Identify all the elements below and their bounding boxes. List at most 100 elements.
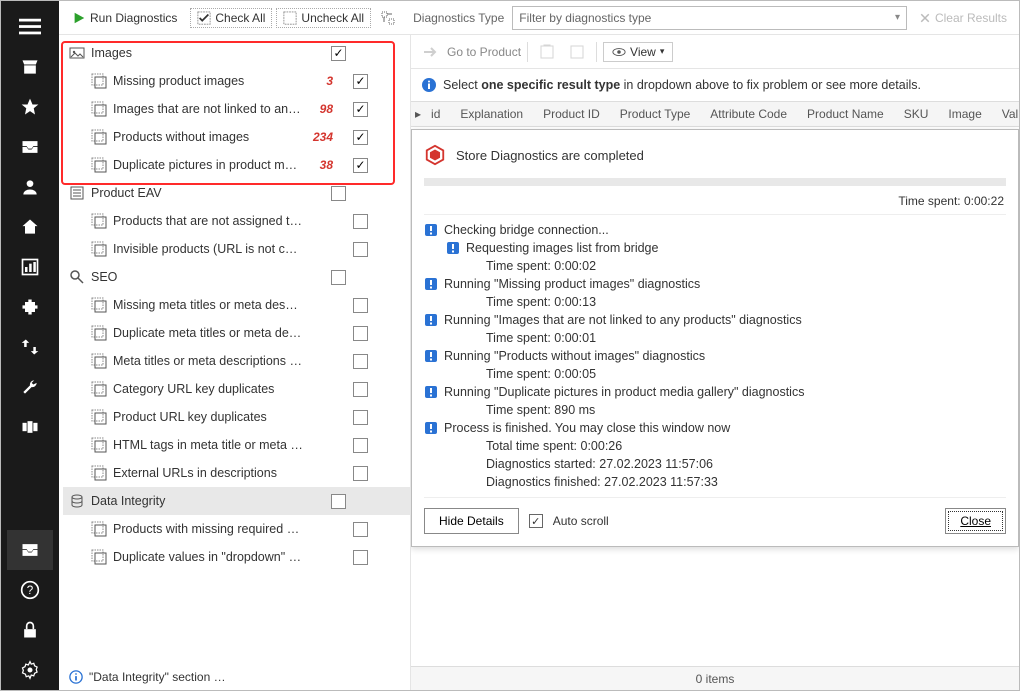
tree-item-label: Images that are not linked to an…	[113, 102, 303, 116]
tree-checkbox[interactable]	[353, 550, 368, 565]
tree-group[interactable]: SEO	[63, 263, 410, 291]
check-all-button[interactable]: Check All	[190, 8, 272, 28]
sidebar-item-diagnostics[interactable]	[7, 530, 53, 570]
sidebar-item-columns[interactable]	[7, 407, 53, 447]
tree-checkbox[interactable]	[353, 130, 368, 145]
sidebar-item-store[interactable]	[7, 47, 53, 87]
tree-item-count: 38	[303, 158, 333, 172]
table-column-header[interactable]: Image	[938, 107, 991, 121]
tree-item[interactable]: Missing product images3	[63, 67, 410, 95]
fix-button-2[interactable]	[564, 39, 590, 65]
tree-checkbox[interactable]	[331, 270, 346, 285]
tree-checkbox[interactable]	[353, 438, 368, 453]
go-to-product-button[interactable]	[417, 39, 443, 65]
clear-results-label: Clear Results	[935, 11, 1007, 25]
sidebar-item-inbox[interactable]	[7, 127, 53, 167]
tree-checkbox[interactable]	[353, 382, 368, 397]
item-icon	[91, 241, 107, 257]
tree-checkbox[interactable]	[353, 214, 368, 229]
tree-item[interactable]: Products that are not assigned t…	[63, 207, 410, 235]
tree-item[interactable]: Meta titles or meta descriptions l…	[63, 347, 410, 375]
item-icon	[91, 465, 107, 481]
tree-checkbox[interactable]	[331, 494, 346, 509]
tree-checkbox[interactable]	[353, 354, 368, 369]
hide-details-button[interactable]: Hide Details	[424, 508, 519, 534]
tree-checkbox[interactable]	[353, 410, 368, 425]
check-all-label: Check All	[215, 11, 265, 25]
item-icon	[91, 521, 107, 537]
tree-item[interactable]: Products with missing required at…	[63, 515, 410, 543]
tree-item-label: Products that are not assigned t…	[113, 214, 303, 228]
tree-checkbox[interactable]	[353, 158, 368, 173]
tree-item[interactable]: Duplicate values in "dropdown" a…	[63, 543, 410, 571]
item-icon	[91, 549, 107, 565]
menu-icon[interactable]	[7, 7, 53, 47]
tree-item[interactable]: Duplicate pictures in product med…38	[63, 151, 410, 179]
tree-item[interactable]: Invisible products (URL is not cor…	[63, 235, 410, 263]
tree-item[interactable]: Duplicate meta titles or meta des…	[63, 319, 410, 347]
log-row: Diagnostics started: 27.02.2023 11:57:06	[424, 455, 1006, 473]
group-icon	[69, 493, 85, 509]
tree-checkbox[interactable]	[353, 102, 368, 117]
tree-item[interactable]: Missing meta titles or meta descri…	[63, 291, 410, 319]
clear-results-button[interactable]: Clear Results	[911, 11, 1015, 25]
tree-checkbox[interactable]	[353, 522, 368, 537]
item-icon	[91, 437, 107, 453]
tree-group[interactable]: Product EAV	[63, 179, 410, 207]
tree-group[interactable]: Images	[63, 39, 410, 67]
sidebar-item-lock[interactable]	[7, 610, 53, 650]
tree-item[interactable]: Products without images234	[63, 123, 410, 151]
diag-type-select[interactable]: Filter by diagnostics type ▾	[512, 6, 907, 30]
status-text: 0 items	[696, 672, 735, 686]
log-row: Diagnostics finished: 27.02.2023 11:57:3…	[424, 473, 1006, 491]
info-icon	[69, 670, 83, 684]
tree-checkbox[interactable]	[353, 298, 368, 313]
sidebar-item-user[interactable]	[7, 167, 53, 207]
tree-item[interactable]: Images that are not linked to an…98	[63, 95, 410, 123]
tree-checkbox[interactable]	[331, 46, 346, 61]
tree-group[interactable]: Data Integrity	[63, 487, 410, 515]
sidebar-item-tools[interactable]	[7, 367, 53, 407]
table-column-header[interactable]: Value	[992, 107, 1019, 121]
tree-item[interactable]: Category URL key duplicates	[63, 375, 410, 403]
item-icon	[91, 325, 107, 341]
tree-checkbox[interactable]	[353, 74, 368, 89]
tree-item-label: Products without images	[113, 130, 303, 144]
sidebar-item-analytics[interactable]	[7, 247, 53, 287]
tree-item-label: Meta titles or meta descriptions l…	[113, 354, 303, 368]
tree-item[interactable]: Product URL key duplicates	[63, 403, 410, 431]
tree-item[interactable]: HTML tags in meta title or meta d…	[63, 431, 410, 459]
sidebar-item-extensions[interactable]	[7, 287, 53, 327]
tree-checkbox[interactable]	[353, 242, 368, 257]
table-column-header[interactable]: id	[421, 107, 450, 121]
sidebar-item-favorites[interactable]	[7, 87, 53, 127]
table-column-header[interactable]: Product Type	[610, 107, 701, 121]
tree-item-label: Product URL key duplicates	[113, 410, 303, 424]
table-column-header[interactable]: SKU	[894, 107, 939, 121]
fix-button-1[interactable]	[534, 39, 560, 65]
group-icon	[69, 269, 85, 285]
tree-checkbox[interactable]	[331, 186, 346, 201]
sidebar-item-help[interactable]: ?	[7, 570, 53, 610]
item-icon	[91, 129, 107, 145]
tree-group-label: SEO	[91, 270, 281, 284]
tree-checkbox[interactable]	[353, 326, 368, 341]
uncheck-all-button[interactable]: Uncheck All	[276, 8, 371, 28]
table-column-header[interactable]: Product ID	[533, 107, 610, 121]
refresh-button[interactable]	[375, 5, 401, 31]
tree-item[interactable]: External URLs in descriptions	[63, 459, 410, 487]
tree-checkbox[interactable]	[353, 466, 368, 481]
auto-scroll-checkbox[interactable]	[529, 514, 543, 528]
table-column-header[interactable]: Attribute Code	[700, 107, 797, 121]
log-row: Running "Images that are not linked to a…	[424, 311, 1006, 329]
close-button[interactable]: Close	[945, 508, 1006, 534]
view-dropdown[interactable]: View ▾	[603, 42, 673, 62]
tree-item-label: Missing product images	[113, 74, 303, 88]
item-icon	[91, 297, 107, 313]
sidebar-item-sync[interactable]	[7, 327, 53, 367]
table-column-header[interactable]: Explanation	[450, 107, 533, 121]
sidebar-item-settings[interactable]	[7, 650, 53, 690]
table-column-header[interactable]: Product Name	[797, 107, 894, 121]
sidebar-item-home[interactable]	[7, 207, 53, 247]
run-diagnostics-button[interactable]: Run Diagnostics	[63, 7, 186, 29]
